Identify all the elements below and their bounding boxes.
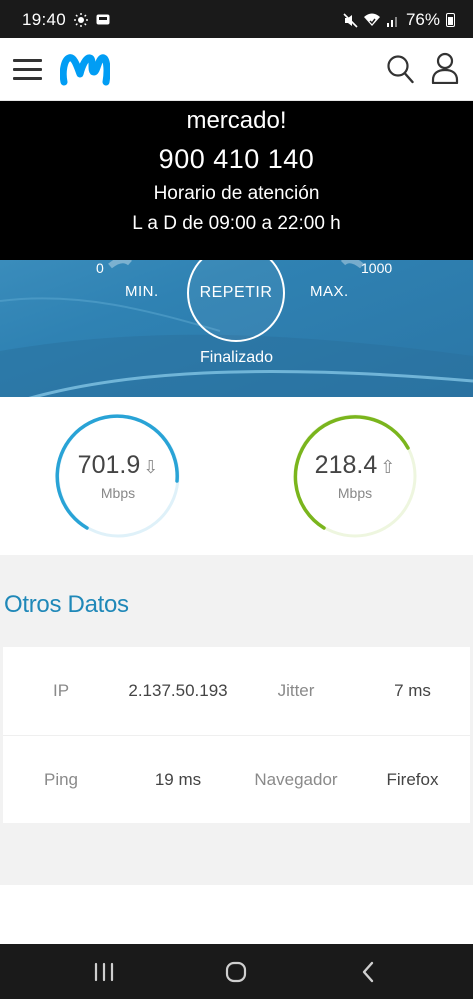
banner-text: mercado! xyxy=(186,107,287,134)
ip-label: IP xyxy=(52,681,70,700)
upload-value-wrap: 218.4 ⇧ xyxy=(292,451,418,480)
upload-gauge: 218.4 ⇧ Mbps xyxy=(292,413,418,539)
arrow-down-icon: ⇩ xyxy=(143,457,159,477)
page-footer-space xyxy=(0,885,473,944)
browser-label: Navegador xyxy=(254,770,338,789)
recent-apps-icon[interactable] xyxy=(90,958,118,986)
battery-icon xyxy=(446,13,455,27)
other-data-section: Otros Datos IP 2.137.50.193 Jitter 7 ms … xyxy=(0,555,473,885)
download-value: 701.9 xyxy=(77,451,141,479)
upload-value: 218.4 xyxy=(314,451,378,479)
banner-phone[interactable]: 900 410 140 xyxy=(0,144,473,175)
screen: 19:40 76% 0 1000 MIN. MAX. REPETIR Final… xyxy=(0,0,473,999)
system-nav-bar xyxy=(0,944,473,999)
browser-value: Firefox xyxy=(386,770,439,789)
download-gauge: 701.9 ⇩ Mbps xyxy=(55,413,181,539)
signal-icon xyxy=(386,17,397,27)
banner-hours-title: Horario de atención xyxy=(153,183,320,204)
results-section: 701.9 ⇩ Mbps 218.4 ⇧ Mbps xyxy=(0,397,473,555)
table-row: IP 2.137.50.193 Jitter 7 ms xyxy=(3,647,470,735)
status-left-icons xyxy=(74,13,110,27)
scale-min-value: 0 xyxy=(96,260,104,276)
download-unit: Mbps xyxy=(100,485,136,501)
cast-icon xyxy=(96,14,110,25)
movistar-logo[interactable] xyxy=(60,52,110,86)
mute-icon xyxy=(343,12,358,28)
arrow-up-icon: ⇧ xyxy=(380,457,396,477)
search-icon[interactable] xyxy=(386,54,414,84)
status-right: 76% xyxy=(343,10,455,30)
ip-value: 2.137.50.193 xyxy=(128,681,228,700)
banner-hours: L a D de 09:00 a 22:00 h xyxy=(132,213,341,234)
table-row: Ping 19 ms Navegador Firefox xyxy=(3,735,470,823)
data-card: IP 2.137.50.193 Jitter 7 ms Ping 19 ms N… xyxy=(3,647,470,823)
status-bar: 19:40 76% xyxy=(0,0,473,38)
brightness-icon xyxy=(74,13,88,27)
home-icon[interactable] xyxy=(222,958,250,986)
test-status: Finalizado xyxy=(200,349,273,366)
ping-label: Ping xyxy=(43,770,79,789)
contact-banner: mercado! 900 410 140 Horario de atención… xyxy=(0,101,473,260)
download-value-wrap: 701.9 ⇩ xyxy=(55,451,181,480)
ping-value: 19 ms xyxy=(154,770,202,789)
status-time: 19:40 xyxy=(22,10,67,29)
scale-max-label: MAX. xyxy=(310,283,349,300)
scale-min-label: MIN. xyxy=(125,283,159,300)
section-title: Otros Datos xyxy=(4,591,129,618)
scale-max-value: 1000 xyxy=(361,260,393,276)
battery-percent: 76% xyxy=(405,10,440,29)
app-header xyxy=(0,38,473,101)
jitter-value: 7 ms xyxy=(394,681,431,700)
back-icon[interactable] xyxy=(355,958,383,986)
user-icon[interactable] xyxy=(431,52,459,84)
menu-icon[interactable] xyxy=(13,56,42,82)
upload-unit: Mbps xyxy=(337,485,373,501)
wifi-icon xyxy=(363,13,380,26)
jitter-label: Jitter xyxy=(277,681,315,700)
